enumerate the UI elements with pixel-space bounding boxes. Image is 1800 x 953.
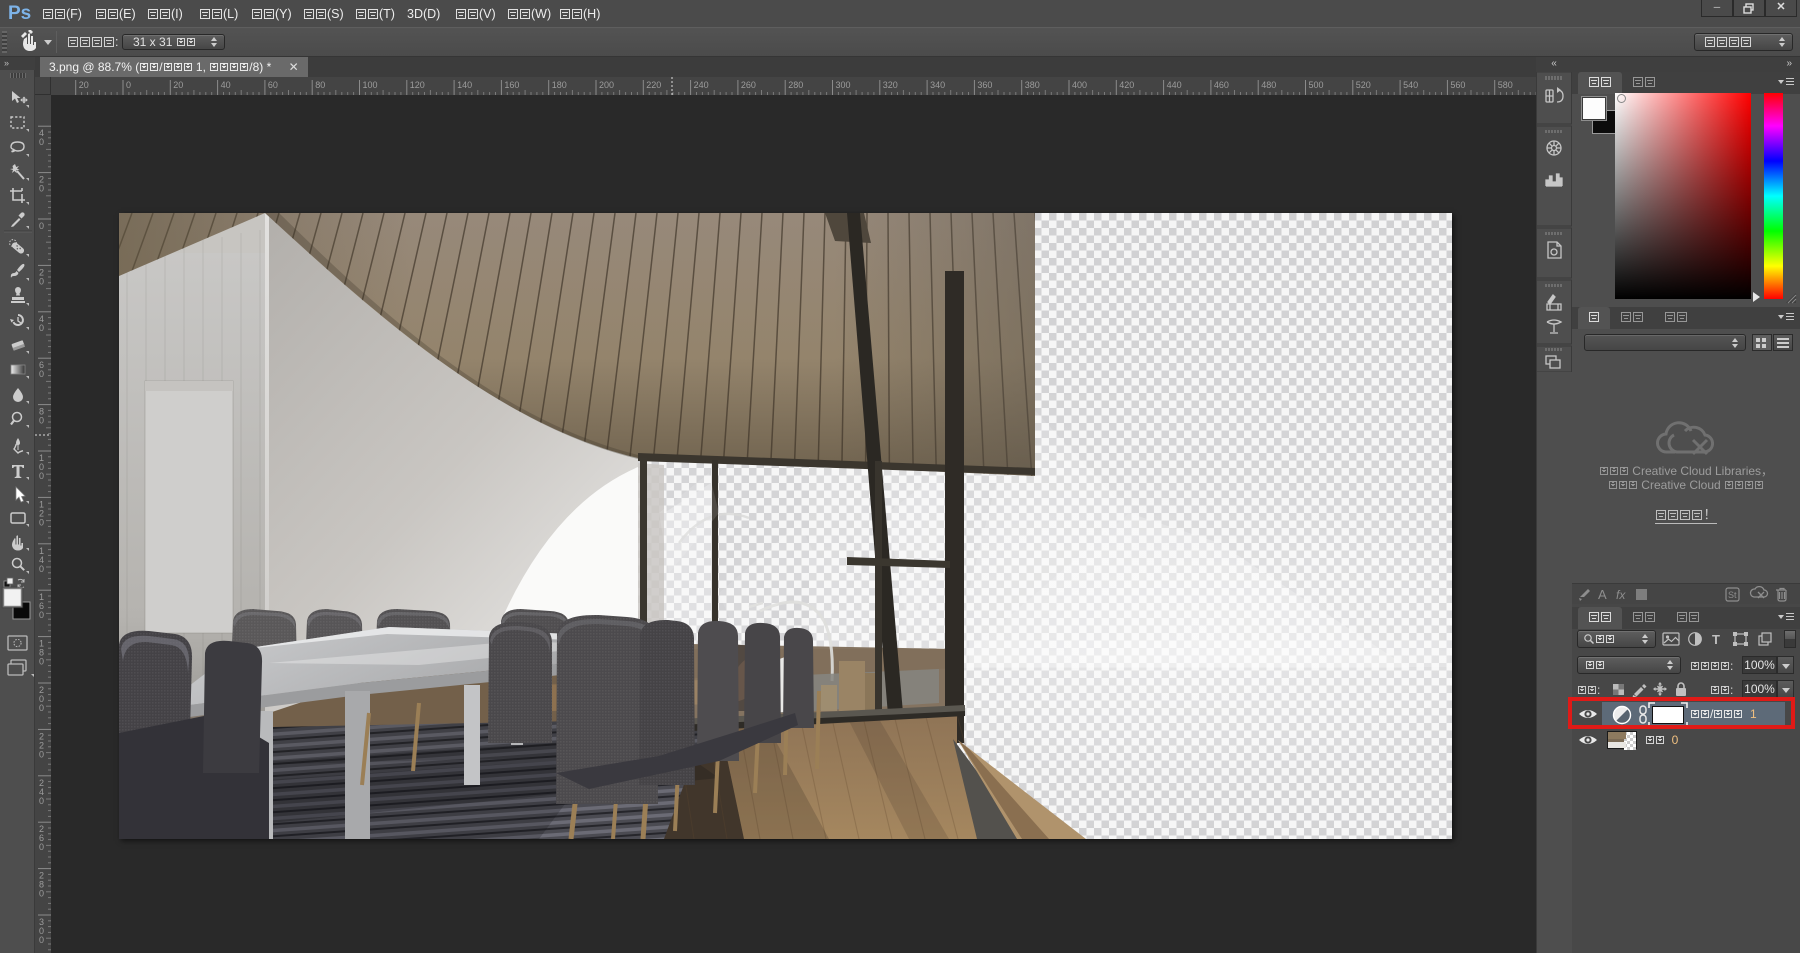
svg-text:0: 0 [39,276,44,286]
svg-text:0: 0 [39,369,44,379]
svg-text:0: 0 [126,80,131,90]
svg-text:280: 280 [788,80,803,90]
svg-text:360: 360 [977,80,992,90]
svg-text:580: 580 [1498,80,1513,90]
svg-text:240: 240 [694,80,709,90]
svg-text:0: 0 [39,842,44,852]
svg-text:0: 0 [39,703,44,713]
svg-text:160: 160 [504,80,519,90]
svg-text:0: 0 [39,796,44,806]
svg-text:220: 220 [646,80,661,90]
svg-text:fx: fx [1616,588,1626,602]
svg-text:A: A [1598,587,1607,602]
svg-text:20: 20 [173,80,183,90]
svg-text:180: 180 [552,80,567,90]
svg-text:0: 0 [39,137,44,147]
svg-text:100: 100 [363,80,378,90]
svg-text:0: 0 [39,416,44,426]
svg-text:320: 320 [883,80,898,90]
svg-text:460: 460 [1214,80,1229,90]
svg-text:260: 260 [741,80,756,90]
svg-text:440: 440 [1167,80,1182,90]
svg-text:0: 0 [39,564,44,574]
svg-text:60: 60 [268,80,278,90]
svg-text:340: 340 [930,80,945,90]
svg-text:20: 20 [79,80,89,90]
svg-text:0: 0 [39,889,44,899]
svg-text:80: 80 [315,80,325,90]
svg-text:0: 0 [39,184,44,194]
svg-text:540: 540 [1403,80,1418,90]
svg-text:300: 300 [836,80,851,90]
svg-text:0: 0 [39,657,44,667]
svg-text:0: 0 [39,749,44,759]
svg-text:120: 120 [410,80,425,90]
svg-text:0: 0 [39,517,44,527]
svg-text:0: 0 [39,221,44,231]
svg-text:560: 560 [1450,80,1465,90]
svg-text:0: 0 [39,935,44,945]
svg-text:40: 40 [221,80,231,90]
svg-text:520: 520 [1356,80,1371,90]
svg-text:St: St [1728,590,1737,600]
svg-text:480: 480 [1261,80,1276,90]
svg-text:0: 0 [39,471,44,481]
svg-text:0: 0 [39,610,44,620]
svg-text:400: 400 [1072,80,1087,90]
svg-text:T: T [1712,632,1720,647]
svg-text:420: 420 [1119,80,1134,90]
svg-text:200: 200 [599,80,614,90]
svg-text:0: 0 [39,323,44,333]
svg-text:500: 500 [1309,80,1324,90]
svg-text:140: 140 [457,80,472,90]
svg-text:380: 380 [1025,80,1040,90]
